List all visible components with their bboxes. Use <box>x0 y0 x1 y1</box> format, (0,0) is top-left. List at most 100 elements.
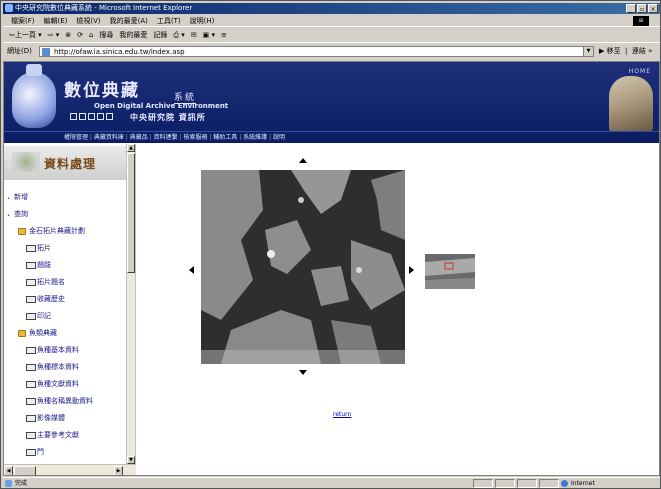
document-icon <box>26 364 36 371</box>
tree-item-label: 門 <box>37 448 44 456</box>
document-icon <box>26 415 36 422</box>
links-button[interactable]: 連結 » <box>632 47 653 55</box>
minimize-button[interactable]: _ <box>626 4 636 13</box>
nav-link[interactable]: 輔助工具 <box>213 134 243 141</box>
tree-item[interactable]: 門 <box>4 447 128 464</box>
nav-link[interactable]: 資料連繫 <box>154 134 184 141</box>
page-icon <box>42 48 50 56</box>
nav-link[interactable]: 系統維護 <box>243 134 273 141</box>
rubbing-image <box>201 170 405 364</box>
tree-item-label: 主要參考文獻 <box>37 431 79 439</box>
address-dropdown-icon[interactable]: ▼ <box>583 47 593 56</box>
sidebar-tree: • 新增 • 查詢 金石拓片典藏計劃 拓片 題跋 拓片題名 收藏歷史 印記 魚類典藏 魚種基本資料 魚種… <box>4 192 128 464</box>
document-icon <box>26 313 36 320</box>
site-banner: 數位典藏 系統 Open Digital Archive Environment… <box>4 62 659 142</box>
tree-item[interactable]: 題跋 <box>4 260 128 277</box>
maximize-button[interactable]: ▫ <box>637 4 647 13</box>
menu-item[interactable]: 檔案(F) <box>11 17 35 25</box>
tree-item[interactable]: 魚種標本資料 <box>4 362 128 379</box>
toolbar-button[interactable]: 我的最愛 <box>119 31 147 39</box>
toolbar-button[interactable]: ⎙ ▾ <box>173 31 184 39</box>
toolbar-button[interactable]: ⇦上一頁 ▾ <box>9 31 42 39</box>
toolbar-button[interactable]: ⊗ <box>65 31 71 39</box>
nav-link[interactable]: 典藏資料庫 <box>94 134 130 141</box>
tree-item-label: 拓片 <box>37 244 51 252</box>
scroll-up-icon[interactable]: ▲ <box>127 144 135 152</box>
go-button[interactable]: ▶ 移至 | 連結 » <box>599 44 652 59</box>
toolbar-button[interactable]: ⇨ ▾ <box>48 31 60 39</box>
tree-item[interactable]: 魚種名稱異動資料 <box>4 396 128 413</box>
status-pane <box>495 479 515 488</box>
tree-item[interactable]: 魚種文獻資料 <box>4 379 128 396</box>
scroll-left-icon[interactable]: ◀ <box>4 466 13 475</box>
main-panel: return <box>137 144 659 475</box>
nav-link[interactable]: 典藏品 <box>130 134 154 141</box>
tree-item[interactable]: 魚種基本資料 <box>4 345 128 362</box>
toolbar-button[interactable]: ≡ <box>221 31 227 39</box>
pan-down-arrow-icon[interactable] <box>299 370 307 375</box>
go-label: 移至 <box>606 47 621 55</box>
document-icon <box>26 245 36 252</box>
tree-item-label: 拓片題名 <box>37 278 65 286</box>
tree-item-label: 魚種文獻資料 <box>37 380 79 388</box>
menu-item[interactable]: 編輯(E) <box>44 17 68 25</box>
menu-item[interactable]: 工具(T) <box>157 17 181 25</box>
tree-item-label: 金石拓片典藏計劃 <box>29 227 85 235</box>
tree-item[interactable]: 印記 <box>4 311 128 328</box>
status-pane <box>473 479 493 488</box>
tree-item[interactable]: • 新增 <box>4 192 128 209</box>
toolbar-button[interactable]: ▣ ▾ <box>203 31 215 39</box>
sidebar-vertical-scrollbar[interactable]: ▲ ▼ <box>126 144 135 464</box>
internet-zone-icon <box>561 480 568 487</box>
scroll-down-icon[interactable]: ▼ <box>127 456 135 464</box>
sidebar: 資料處理 • 新增 • 查詢 金石拓片典藏計劃 拓片 題跋 拓片題名 收藏歷史 印記 魚類典藏 魚種基… <box>4 144 136 475</box>
hscroll-thumb[interactable] <box>14 466 36 475</box>
document-icon <box>26 381 36 388</box>
tree-item[interactable]: • 查詢 <box>4 209 128 226</box>
nav-link[interactable]: 檢索服務 <box>183 134 213 141</box>
address-url: http://ofaw.ia.sinica.edu.tw/index.asp <box>54 48 185 56</box>
scroll-right-icon[interactable]: ▶ <box>114 466 123 475</box>
nav-link[interactable]: 權限管理 <box>64 134 94 141</box>
sidebar-decoration-icon <box>12 152 40 172</box>
tree-item[interactable]: 主要參考文獻 <box>4 430 128 447</box>
pan-up-arrow-icon[interactable] <box>299 158 307 163</box>
tree-item[interactable]: 金石拓片典藏計劃 <box>4 226 128 243</box>
toolbar-button[interactable]: 記錄 <box>153 31 167 39</box>
home-link[interactable]: HOME <box>629 68 651 75</box>
close-button[interactable]: × <box>648 4 658 13</box>
tree-item[interactable]: 收藏歷史 <box>4 294 128 311</box>
rubbing-thumbnail[interactable] <box>425 254 475 289</box>
pan-right-arrow-icon[interactable] <box>409 266 414 274</box>
document-icon <box>26 449 36 456</box>
tree-item-label: 查詢 <box>14 210 28 218</box>
tree-item[interactable]: 影像媒體 <box>4 413 128 430</box>
top-navigation: 權限管理典藏資料庫典藏品資料連繫檢索服務輔助工具系統維護說明 <box>4 131 659 143</box>
address-input[interactable]: http://ofaw.ia.sinica.edu.tw/index.asp ▼ <box>39 46 594 57</box>
menu-item[interactable]: 檢視(V) <box>76 17 100 25</box>
toolbar-button[interactable]: ✉ <box>191 31 197 39</box>
return-link[interactable]: return <box>333 411 351 418</box>
document-icon <box>26 347 36 354</box>
tree-item[interactable]: 拓片題名 <box>4 277 128 294</box>
windows-flag-icon: ⊞ <box>633 16 649 26</box>
document-icon <box>26 432 36 439</box>
tree-item-label: 印記 <box>37 312 51 320</box>
decorative-squares <box>70 113 113 120</box>
tree-item[interactable]: 魚類典藏 <box>4 328 128 345</box>
site-logo[interactable]: 數位典藏 <box>64 76 140 101</box>
scroll-thumb[interactable] <box>127 153 135 273</box>
menu-item[interactable]: 我的最愛(A) <box>110 17 148 25</box>
toolbar-button[interactable]: ⟳ <box>77 31 83 39</box>
nav-link[interactable]: 說明 <box>273 134 285 141</box>
thumbnail-texture <box>425 254 475 289</box>
tree-item[interactable]: 拓片 <box>4 243 128 260</box>
vase-logo-icon <box>12 64 56 128</box>
pan-left-arrow-icon[interactable] <box>189 266 194 274</box>
menu-item[interactable]: 說明(H) <box>190 17 215 25</box>
sidebar-horizontal-scrollbar[interactable]: ◀ ▶ <box>4 464 136 475</box>
toolbar-button[interactable]: 搜尋 <box>99 31 113 39</box>
window-controls: _ ▫ × <box>626 4 658 13</box>
status-bar: 完成 Internet <box>3 477 660 488</box>
toolbar-button[interactable]: ⌂ <box>89 31 93 39</box>
